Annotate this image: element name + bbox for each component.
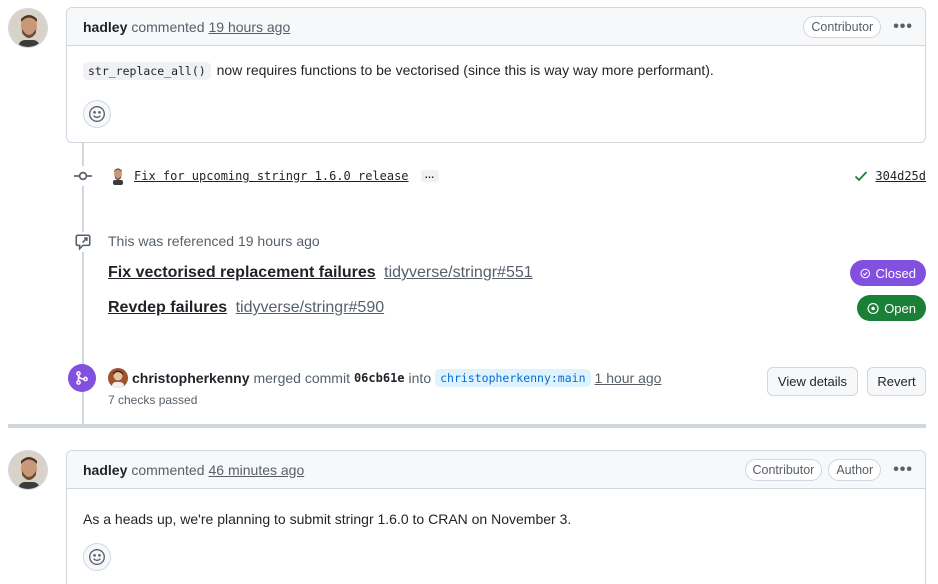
contributor-badge: Contributor xyxy=(803,16,882,38)
closed-state-badge: Closed xyxy=(850,260,926,286)
comment-body: As a heads up, we're planning to submit … xyxy=(67,489,925,529)
merge-event: christopherkenny merged commit 06cb61e i… xyxy=(108,368,661,388)
commit-sha-link[interactable]: 304d25d xyxy=(875,169,926,183)
timeline-divider xyxy=(8,424,926,428)
inline-code: str_replace_all() xyxy=(83,62,211,80)
reference-item[interactable]: Fix vectorised replacement failures tidy… xyxy=(108,264,533,282)
reference-label: This was referenced 19 hours ago xyxy=(108,233,320,249)
merge-commit-sha[interactable]: 06cb61e xyxy=(354,371,405,385)
comment-verb: commented xyxy=(131,461,205,478)
check-icon xyxy=(855,171,868,182)
reference-item[interactable]: Revdep failures tidyverse/stringr#590 xyxy=(108,299,384,317)
merge-timestamp[interactable]: 1 hour ago xyxy=(595,370,662,386)
state-label: Closed xyxy=(875,265,916,281)
comment-card: hadley commented 19 hours ago Contributo… xyxy=(66,7,926,143)
comment-body: str_replace_all() now requires functions… xyxy=(67,46,925,81)
smiley-icon xyxy=(89,106,105,122)
add-reaction-button[interactable] xyxy=(83,543,111,571)
merge-into: into xyxy=(408,370,432,386)
commit-row: Fix for upcoming stringr 1.6.0 release … xyxy=(110,166,439,186)
commit-icon xyxy=(73,166,93,186)
comment-header: hadley commented 46 minutes ago Contribu… xyxy=(67,451,925,489)
contributor-badge: Contributor xyxy=(744,459,823,481)
more-options-button[interactable]: ••• xyxy=(893,461,913,479)
reference-title[interactable]: Revdep failures xyxy=(108,299,227,316)
state-label: Open xyxy=(884,300,916,316)
commit-author-avatar[interactable] xyxy=(110,167,126,185)
commit-status: 304d25d xyxy=(853,166,926,186)
revert-button[interactable]: Revert xyxy=(867,367,926,396)
commit-expand-button[interactable]: … xyxy=(420,170,439,182)
merge-icon xyxy=(68,364,96,392)
author-badge: Author xyxy=(828,459,882,481)
branch-label[interactable]: christopherkenny:main xyxy=(435,369,591,387)
comment-card: hadley commented 46 minutes ago Contribu… xyxy=(66,450,926,584)
commit-message-link[interactable]: Fix for upcoming stringr 1.6.0 release xyxy=(134,169,409,183)
avatar-hadley[interactable] xyxy=(8,8,48,48)
open-state-badge: Open xyxy=(857,295,926,321)
closed-check-circle-icon xyxy=(860,268,871,278)
comment-timestamp[interactable]: 46 minutes ago xyxy=(209,462,305,478)
more-options-button[interactable]: ••• xyxy=(893,18,913,36)
merger-username[interactable]: christopherkenny xyxy=(132,370,249,386)
open-circle-icon xyxy=(867,302,879,314)
merge-verb: merged commit xyxy=(253,370,350,386)
reference-repo[interactable]: tidyverse/stringr#551 xyxy=(384,264,533,281)
comment-verb: commented xyxy=(131,18,205,35)
reference-title[interactable]: Fix vectorised replacement failures xyxy=(108,264,376,281)
comment-author[interactable]: hadley xyxy=(83,19,127,35)
smiley-icon xyxy=(89,549,105,565)
merger-avatar[interactable] xyxy=(108,368,128,388)
comment-header: hadley commented 19 hours ago Contributo… xyxy=(67,8,925,46)
avatar-hadley[interactable] xyxy=(8,450,48,490)
cross-reference-icon xyxy=(73,232,93,252)
view-details-button[interactable]: View details xyxy=(767,367,858,396)
comment-text: now requires functions to be vectorised … xyxy=(216,62,714,78)
comment-timestamp[interactable]: 19 hours ago xyxy=(209,19,291,35)
checks-status[interactable]: 7 checks passed xyxy=(108,393,197,407)
add-reaction-button[interactable] xyxy=(83,100,111,128)
comment-author[interactable]: hadley xyxy=(83,462,127,478)
comment-text: As a heads up, we're planning to submit … xyxy=(83,511,572,527)
reference-repo[interactable]: tidyverse/stringr#590 xyxy=(236,299,385,316)
